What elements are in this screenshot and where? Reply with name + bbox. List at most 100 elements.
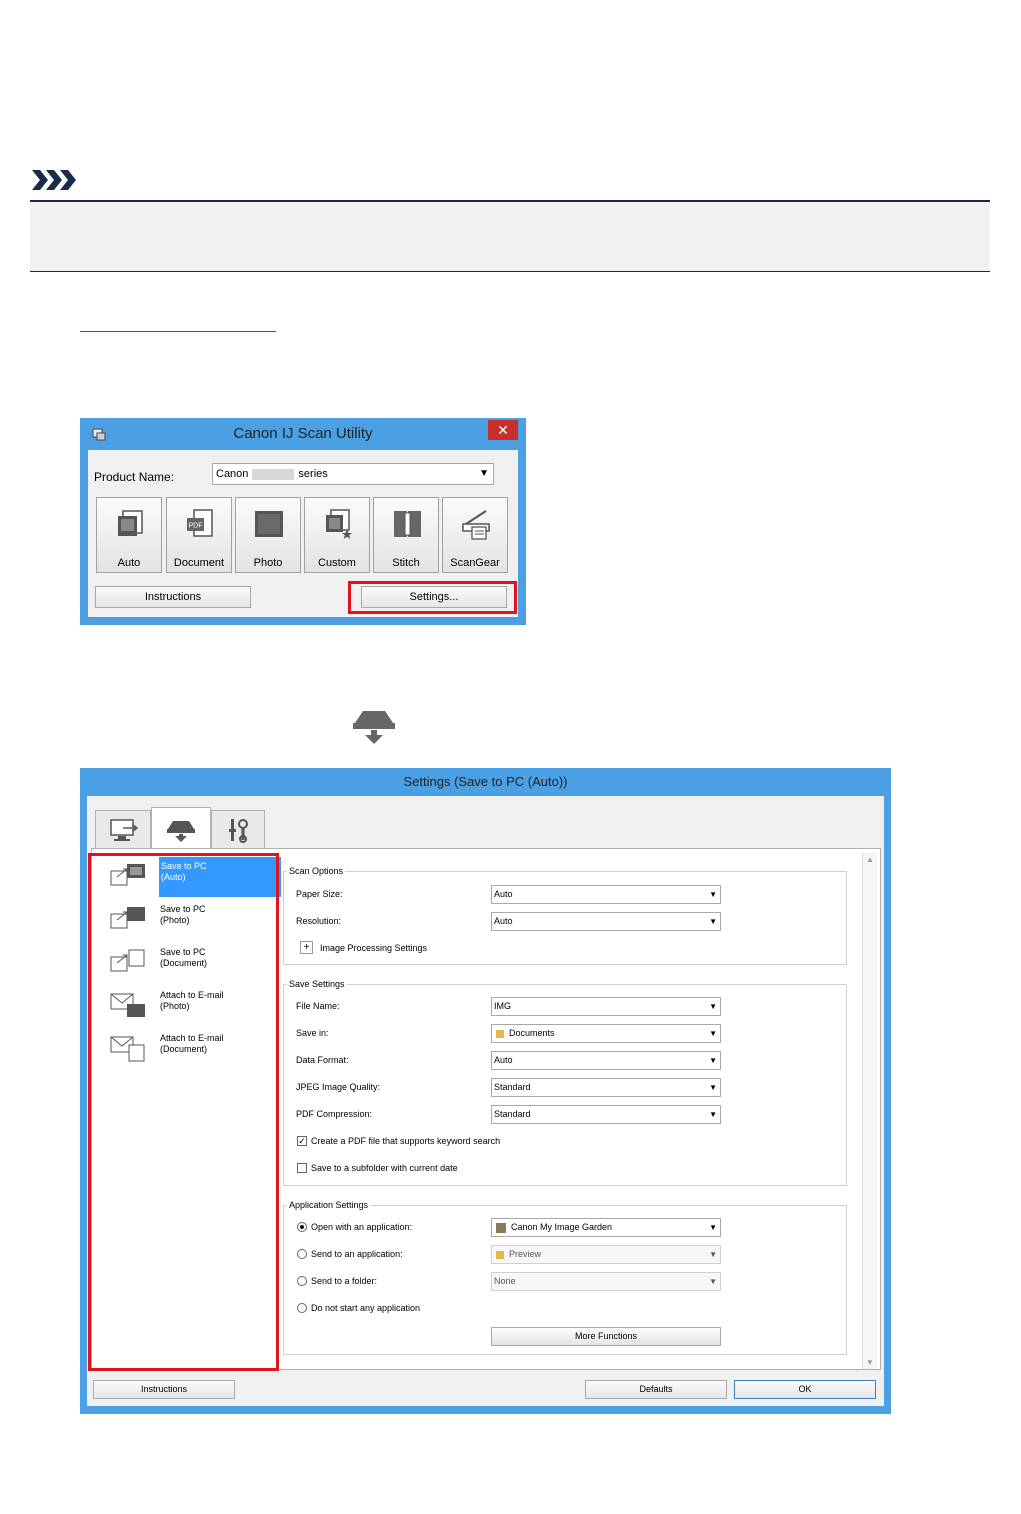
instructions-button[interactable]: Instructions bbox=[93, 1380, 235, 1399]
file-name-combo[interactable]: IMG ▼ bbox=[491, 997, 721, 1016]
data-format-value: Auto bbox=[494, 1055, 513, 1065]
chevron-down-icon: ▼ bbox=[709, 1056, 717, 1065]
scanner-icon bbox=[462, 510, 490, 540]
pdf-compression-value: Standard bbox=[494, 1109, 531, 1119]
photo-icon bbox=[255, 511, 283, 537]
chevron-down-icon: ▼ bbox=[709, 1083, 717, 1092]
more-functions-button[interactable]: More Functions bbox=[491, 1327, 721, 1346]
pdf-compression-label: PDF Compression: bbox=[296, 1109, 373, 1119]
resolution-value: Auto bbox=[494, 916, 513, 926]
pdf-document-icon: PDF bbox=[187, 509, 213, 537]
jpeg-quality-value: Standard bbox=[494, 1082, 531, 1092]
save-settings-label: Save Settings bbox=[287, 979, 347, 989]
document-label: Document bbox=[173, 557, 225, 569]
note-chevrons-icon bbox=[32, 170, 76, 190]
photo-button[interactable]: Photo bbox=[235, 497, 301, 573]
tab-general-settings[interactable] bbox=[211, 810, 265, 848]
send-to-folder-value: None bbox=[494, 1276, 516, 1286]
send-to-app-radio[interactable] bbox=[297, 1249, 307, 1259]
open-with-radio[interactable] bbox=[297, 1222, 307, 1232]
save-in-select[interactable]: Documents ▼ bbox=[491, 1024, 721, 1043]
product-suffix: series bbox=[298, 468, 328, 480]
chevron-down-icon: ▼ bbox=[709, 1277, 717, 1286]
instructions-button[interactable]: Instructions bbox=[95, 586, 251, 608]
product-name-select[interactable]: Canon series ▼ bbox=[212, 463, 494, 485]
send-to-folder-select[interactable]: None ▼ bbox=[491, 1272, 721, 1291]
resolution-label: Resolution: bbox=[296, 916, 342, 926]
scangear-button[interactable]: ScanGear bbox=[442, 497, 508, 573]
window-title: Canon IJ Scan Utility bbox=[233, 425, 373, 442]
chevron-down-icon: ▼ bbox=[479, 468, 489, 479]
photo-label: Photo bbox=[253, 557, 283, 569]
tab-scan-from-operation-panel[interactable] bbox=[151, 807, 211, 849]
stitch-button[interactable]: Stitch bbox=[373, 497, 439, 573]
send-to-folder-radio[interactable] bbox=[297, 1276, 307, 1286]
settings-window-title: Settings (Save to PC (Auto)) bbox=[403, 774, 568, 789]
paper-size-label: Paper Size: bbox=[296, 889, 343, 899]
custom-label: Custom bbox=[318, 557, 356, 569]
svg-text:PDF: PDF bbox=[189, 523, 203, 530]
product-prefix: Canon bbox=[216, 468, 249, 480]
save-to-pc-icon bbox=[167, 821, 195, 842]
save-in-value: Documents bbox=[509, 1028, 555, 1038]
open-with-select[interactable]: Canon My Image Garden ▼ bbox=[491, 1218, 721, 1237]
jpeg-quality-label: JPEG Image Quality: bbox=[296, 1082, 381, 1092]
custom-button[interactable]: Custom bbox=[304, 497, 370, 573]
jpeg-quality-select[interactable]: Standard ▼ bbox=[491, 1078, 721, 1097]
note-box bbox=[30, 202, 990, 271]
subfolder-checkbox[interactable] bbox=[297, 1163, 307, 1173]
tab-scan-from-computer[interactable] bbox=[95, 810, 151, 848]
chevron-down-icon: ▼ bbox=[709, 1223, 717, 1232]
scan-options-label: Scan Options bbox=[287, 866, 346, 876]
chevron-down-icon: ▼ bbox=[709, 1110, 717, 1119]
link-underline[interactable] bbox=[80, 331, 276, 332]
preview-app-icon bbox=[496, 1250, 504, 1259]
save-in-label: Save in: bbox=[296, 1028, 329, 1038]
settings-form: Scan Options Paper Size: Auto ▼ Resolutio… bbox=[279, 853, 859, 1369]
file-name-value: IMG bbox=[494, 1001, 511, 1011]
vertical-scrollbar[interactable]: ▲ ▼ bbox=[862, 853, 877, 1369]
send-to-app-value: Preview bbox=[509, 1249, 542, 1259]
ok-button[interactable]: OK bbox=[734, 1380, 876, 1399]
do-not-start-radio[interactable] bbox=[297, 1303, 307, 1313]
expand-plus-icon[interactable]: + bbox=[300, 941, 313, 954]
image-processing-label: Image Processing Settings bbox=[320, 943, 428, 953]
stitch-label: Stitch bbox=[392, 557, 420, 569]
scan-type-list-highlight-frame bbox=[88, 853, 279, 1371]
keyword-search-label: Create a PDF file that supports keyword … bbox=[311, 1136, 501, 1146]
close-button[interactable]: ✕ bbox=[488, 420, 518, 440]
app-image-garden-icon bbox=[496, 1222, 506, 1233]
settings-highlight-frame bbox=[348, 581, 517, 614]
chevron-down-icon: ▼ bbox=[709, 1029, 717, 1038]
data-format-select[interactable]: Auto ▼ bbox=[491, 1051, 721, 1070]
data-format-label: Data Format: bbox=[296, 1055, 349, 1065]
stitch-icon bbox=[394, 511, 421, 537]
auto-scan-icon bbox=[118, 510, 143, 536]
scroll-down-icon[interactable]: ▼ bbox=[866, 1358, 874, 1367]
open-with-label: Open with an application: bbox=[311, 1222, 413, 1232]
chevron-down-icon: ▼ bbox=[709, 1250, 717, 1259]
pdf-compression-select[interactable]: Standard ▼ bbox=[491, 1105, 721, 1124]
open-with-value: Canon My Image Garden bbox=[511, 1222, 613, 1232]
redacted-model bbox=[252, 468, 295, 480]
custom-star-icon bbox=[326, 509, 352, 539]
scangear-label: ScanGear bbox=[450, 557, 500, 569]
auto-button[interactable]: Auto bbox=[96, 497, 162, 573]
product-name-label: Product Name: bbox=[94, 470, 175, 484]
scroll-up-icon[interactable]: ▲ bbox=[866, 855, 874, 864]
paper-size-select[interactable]: Auto ▼ bbox=[491, 885, 721, 904]
defaults-button[interactable]: Defaults bbox=[585, 1380, 727, 1399]
chevron-down-icon: ▼ bbox=[709, 1002, 717, 1011]
note-bottom-rule bbox=[30, 271, 990, 272]
send-to-app-select[interactable]: Preview ▼ bbox=[491, 1245, 721, 1264]
keyword-search-checkbox[interactable]: ✓ bbox=[297, 1136, 307, 1146]
resolution-select[interactable]: Auto ▼ bbox=[491, 912, 721, 931]
save-to-pc-tab-icon bbox=[353, 711, 395, 744]
chevron-down-icon: ▼ bbox=[709, 890, 717, 899]
send-to-folder-label: Send to a folder: bbox=[311, 1276, 378, 1286]
do-not-start-label: Do not start any application bbox=[311, 1303, 421, 1313]
subfolder-label: Save to a subfolder with current date bbox=[311, 1163, 458, 1173]
folder-icon bbox=[496, 1029, 504, 1038]
document-button[interactable]: PDF Document bbox=[166, 497, 232, 573]
chevron-down-icon: ▼ bbox=[709, 917, 717, 926]
